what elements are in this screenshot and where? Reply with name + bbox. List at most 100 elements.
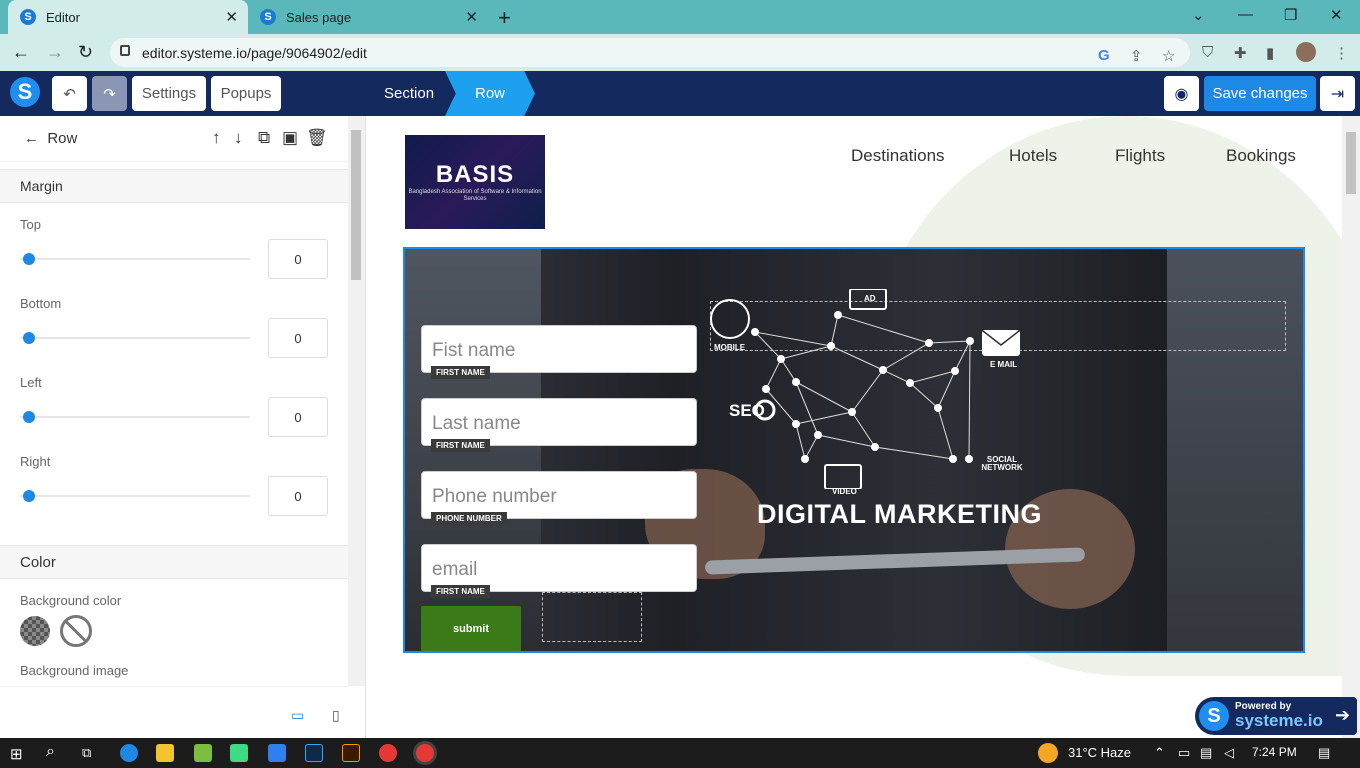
video-label: VIDEO bbox=[832, 487, 857, 496]
close-icon[interactable]: ✕ bbox=[465, 8, 478, 26]
illustrator-icon[interactable] bbox=[342, 744, 360, 762]
photoshop-icon[interactable] bbox=[305, 744, 323, 762]
restore-icon[interactable]: ❐ bbox=[1284, 6, 1297, 24]
search-icon[interactable]: ⌕ bbox=[46, 743, 55, 761]
slider-handle[interactable] bbox=[23, 332, 35, 344]
google-icon[interactable]: G bbox=[1098, 47, 1110, 64]
new-tab-icon[interactable]: + bbox=[498, 5, 511, 31]
slider-handle[interactable] bbox=[23, 253, 35, 265]
slider-handle[interactable] bbox=[23, 490, 35, 502]
chevron-up-icon[interactable]: ⌃ bbox=[1154, 745, 1165, 761]
nav-bookings[interactable]: Bookings bbox=[1226, 146, 1296, 166]
volume-icon[interactable]: ◁ bbox=[1224, 745, 1234, 761]
undo-button[interactable]: ↶ bbox=[52, 76, 87, 111]
star-icon[interactable]: ☆ bbox=[1162, 47, 1175, 65]
reload-icon[interactable]: ↻ bbox=[78, 42, 93, 63]
kebab-menu-icon[interactable]: ⋮ bbox=[1334, 44, 1349, 62]
tab-sales-page[interactable]: S Sales page ✕ bbox=[248, 0, 488, 34]
slider-handle[interactable] bbox=[23, 411, 35, 423]
desktop-icon[interactable]: ▭ bbox=[291, 707, 304, 724]
popups-button[interactable]: Popups bbox=[211, 76, 281, 111]
margin-left-label: Left bbox=[20, 375, 42, 390]
margin-top-slider[interactable] bbox=[20, 253, 250, 265]
save-changes-button[interactable]: Save changes bbox=[1204, 76, 1316, 111]
notepad-icon[interactable] bbox=[194, 744, 212, 762]
save-block-icon[interactable]: ▣ bbox=[282, 128, 298, 148]
margin-right-label: Right bbox=[20, 454, 51, 469]
url-field[interactable]: editor.systeme.io/page/9064902/edit G ⇪ … bbox=[110, 38, 1190, 67]
weather-icon[interactable] bbox=[1038, 743, 1058, 763]
hero-row[interactable]: MOBILE AD E MAIL SEO SOCIAL NETWORK VIDE… bbox=[403, 247, 1305, 653]
logo-text: BASIS bbox=[435, 161, 515, 188]
minimize-icon[interactable]: — bbox=[1238, 6, 1253, 23]
android-studio-icon[interactable] bbox=[230, 744, 248, 762]
scroll-thumb[interactable] bbox=[351, 130, 361, 280]
battery-icon[interactable]: ▭ bbox=[1178, 745, 1190, 761]
edge-icon[interactable] bbox=[120, 744, 138, 762]
back-to-row[interactable]: ← Row bbox=[24, 130, 77, 147]
color-section-title[interactable]: Color bbox=[0, 545, 348, 579]
basis-logo[interactable]: BASIS Bangladesh Association of Software… bbox=[405, 135, 545, 229]
systeme-icon: S bbox=[1199, 701, 1229, 731]
redo-button[interactable]: ↷ bbox=[92, 76, 127, 111]
margin-section-title[interactable]: Margin bbox=[0, 169, 348, 203]
color-swatch[interactable] bbox=[20, 616, 50, 646]
vscode-icon[interactable] bbox=[268, 744, 286, 762]
breadcrumb-section[interactable]: Section bbox=[384, 85, 434, 102]
nav-hotels[interactable]: Hotels bbox=[1009, 146, 1057, 166]
chrome-icon[interactable] bbox=[379, 744, 397, 762]
eye-icon[interactable]: ◉ bbox=[1164, 76, 1199, 111]
hero-headline: DIGITAL MARKETING bbox=[757, 499, 1042, 529]
back-arrow-icon[interactable]: ← bbox=[12, 42, 30, 63]
sidebar-scrollbar[interactable] bbox=[348, 116, 365, 686]
scroll-thumb[interactable] bbox=[1346, 132, 1356, 194]
submit-button[interactable]: submit bbox=[421, 606, 521, 651]
url-text: editor.systeme.io/page/9064902/edit bbox=[142, 45, 367, 61]
tab-editor[interactable]: S Editor ✕ bbox=[8, 0, 248, 34]
systeme-logo[interactable]: S bbox=[10, 77, 40, 107]
margin-bottom-slider[interactable] bbox=[20, 332, 250, 344]
margin-bottom-input[interactable]: 0 bbox=[268, 318, 328, 358]
notification-icon[interactable]: ▤ bbox=[1318, 745, 1330, 761]
margin-left-input[interactable]: 0 bbox=[268, 397, 328, 437]
margin-right-input[interactable]: 0 bbox=[268, 476, 328, 516]
forward-arrow-icon[interactable]: → bbox=[46, 42, 64, 63]
chevron-down-icon[interactable]: ⌄ bbox=[1192, 6, 1205, 24]
file-explorer-icon[interactable] bbox=[156, 744, 174, 762]
clock[interactable]: 7:24 PM bbox=[1252, 745, 1297, 759]
tab-title: Editor bbox=[46, 9, 80, 25]
puzzle-icon[interactable]: ✚ bbox=[1234, 44, 1247, 62]
mobile-icon[interactable]: ▯ bbox=[332, 707, 340, 724]
margin-left-slider[interactable] bbox=[20, 411, 250, 423]
move-down-icon[interactable]: ↓ bbox=[234, 128, 243, 148]
shield-icon[interactable]: ⛉ bbox=[1202, 44, 1213, 61]
margin-right-slider[interactable] bbox=[20, 490, 250, 502]
close-icon[interactable]: ✕ bbox=[225, 8, 238, 26]
exit-icon[interactable]: ⇥ bbox=[1320, 76, 1355, 111]
trash-icon[interactable]: 🗑 bbox=[306, 128, 328, 148]
move-up-icon[interactable]: ↑ bbox=[212, 128, 221, 148]
back-arrow-icon: ← bbox=[24, 130, 48, 147]
share-icon[interactable]: ⇪ bbox=[1130, 47, 1143, 65]
copy-icon[interactable]: ⧉ bbox=[258, 128, 270, 148]
settings-button[interactable]: Settings bbox=[132, 76, 206, 111]
margin-top-input[interactable]: 0 bbox=[268, 239, 328, 279]
breadcrumb-row[interactable]: Row bbox=[445, 71, 535, 116]
window-close-icon[interactable]: ✕ bbox=[1330, 6, 1343, 24]
weather-text[interactable]: 31°C Haze bbox=[1068, 745, 1131, 760]
powered-by-badge[interactable]: S Powered by systeme.io ➔ bbox=[1195, 697, 1357, 735]
canvas-scrollbar[interactable] bbox=[1342, 116, 1360, 738]
sidepanel-icon[interactable]: ▮ bbox=[1266, 44, 1274, 62]
mobile-label: MOBILE bbox=[714, 343, 746, 352]
nav-destinations[interactable]: Destinations bbox=[851, 146, 945, 166]
ad-label: AD bbox=[864, 294, 876, 303]
network-icon[interactable]: ▤ bbox=[1200, 745, 1212, 761]
nav-flights[interactable]: Flights bbox=[1115, 146, 1165, 166]
task-view-icon[interactable]: ⧉ bbox=[82, 745, 91, 761]
chrome-active-icon[interactable] bbox=[416, 744, 434, 762]
no-color-icon[interactable] bbox=[60, 615, 92, 647]
editor-toolbar: S ↶ ↷ Settings Popups Section Row ◉ Save… bbox=[0, 71, 1360, 116]
windows-start-icon[interactable]: ⊞ bbox=[10, 745, 23, 763]
avatar[interactable] bbox=[1296, 42, 1316, 62]
empty-column-outline[interactable] bbox=[542, 592, 642, 642]
